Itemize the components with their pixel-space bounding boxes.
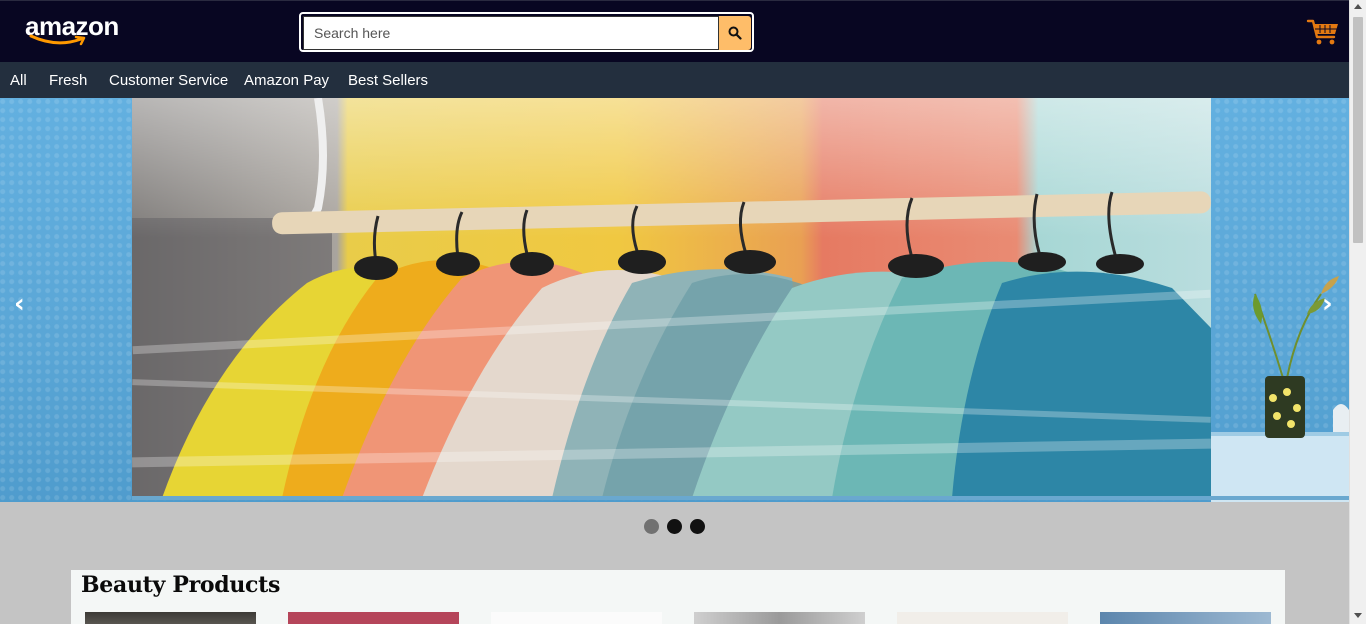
nav-item-all[interactable]: All [10,72,27,89]
carousel-indicators [0,519,1349,535]
section-title: Beauty Products [81,572,281,598]
beauty-products-section: Beauty Products [71,570,1285,624]
hero-carousel: ‹ › [0,98,1349,502]
scroll-down-arrow-icon[interactable] [1354,613,1362,618]
carousel-next-button[interactable]: › [1322,289,1333,319]
product-thumbnail[interactable] [1100,612,1271,624]
search-bar [299,12,754,52]
product-thumbnail[interactable] [85,612,256,624]
carousel-prev-button[interactable]: ‹ [14,289,25,319]
scrollbar-thumb[interactable] [1353,17,1363,243]
top-header: amazon [0,0,1349,62]
nav-item-fresh[interactable]: Fresh [49,72,87,89]
carousel-dot-1[interactable] [644,519,659,534]
product-thumbnail[interactable] [897,612,1068,624]
nav-item-best-sellers[interactable]: Best Sellers [348,72,428,89]
search-button[interactable] [719,16,751,50]
carousel-dot-3[interactable] [690,519,705,534]
product-thumbnail[interactable] [491,612,662,624]
nav-bar: All Fresh Customer Service Amazon Pay Be… [0,62,1349,98]
hero-bottom-border [132,496,1349,500]
search-icon [728,26,742,40]
carousel-dot-2[interactable] [667,519,682,534]
page-scrollbar[interactable] [1349,0,1366,624]
nav-item-customer-service[interactable]: Customer Service [109,72,228,89]
hero-slide-image [132,98,1211,498]
product-thumbnail[interactable] [694,612,865,624]
nav-item-amazon-pay[interactable]: Amazon Pay [244,72,329,89]
logo-smile-icon [29,34,86,46]
scroll-up-arrow-icon[interactable] [1354,4,1362,9]
search-input[interactable] [303,16,719,50]
cart-icon[interactable] [1306,17,1340,47]
product-thumbnail[interactable] [288,612,459,624]
